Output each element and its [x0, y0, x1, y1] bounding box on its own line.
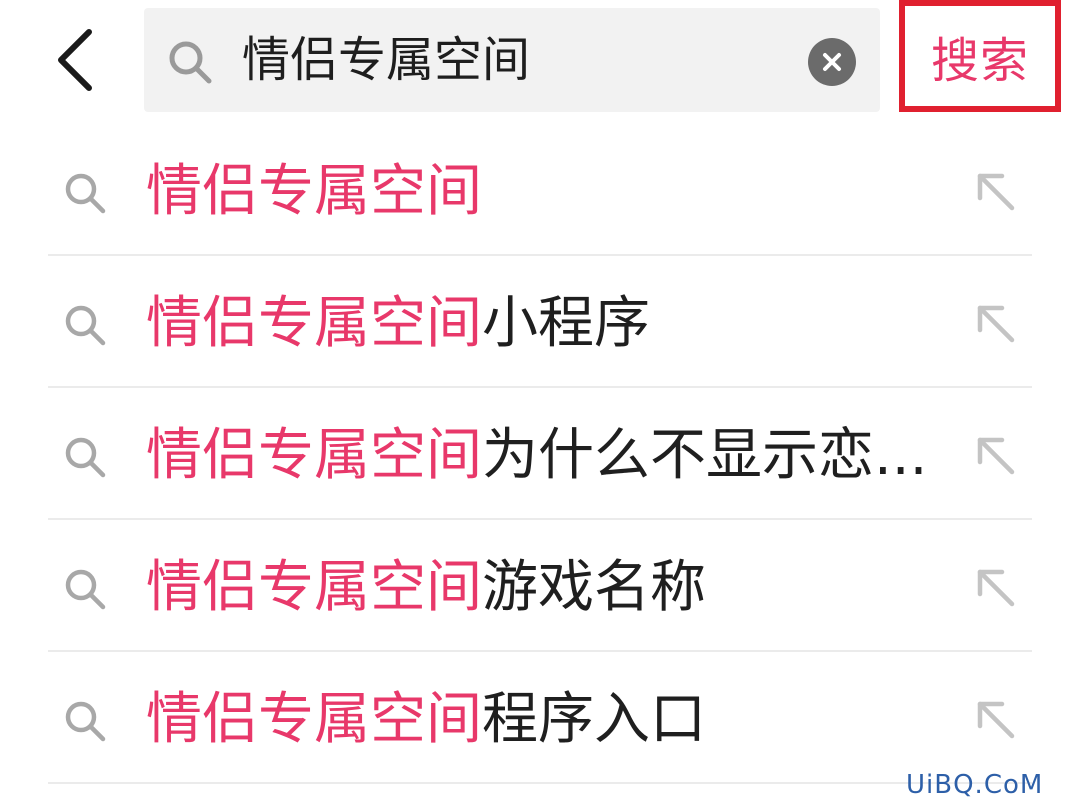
search-button[interactable]: 搜索 [899, 0, 1061, 112]
suggestion-text: 情侣专属空间程序入口 [146, 680, 946, 760]
suggestion-highlight: 情侣专属空间 [146, 687, 482, 752]
suggestion-text: 情侣专属空间小程序 [146, 284, 946, 364]
arrow-up-left-icon[interactable] [974, 170, 1018, 214]
close-icon [823, 53, 841, 71]
search-icon [65, 173, 106, 214]
suggestion-rest: 程序入口 [482, 687, 706, 752]
watermark: UiBQ.CoM [906, 770, 1044, 800]
suggestion-item[interactable]: 情侣专属空间程序入口 [48, 652, 1032, 784]
arrow-up-left-icon[interactable] [974, 698, 1018, 742]
suggestion-rest: 游戏名称 [482, 555, 706, 620]
suggestion-text: 情侣专属空间 [146, 152, 946, 232]
suggestion-item[interactable]: 情侣专属空间为什么不显示恋... [48, 388, 1032, 520]
suggestion-item[interactable]: 情侣专属空间小程序 [48, 256, 1032, 388]
search-icon [65, 437, 106, 478]
suggestion-text: 情侣专属空间游戏名称 [146, 548, 946, 628]
arrow-up-left-icon[interactable] [974, 302, 1018, 346]
clear-search-button[interactable] [808, 38, 856, 86]
arrow-up-left-icon[interactable] [974, 434, 1018, 478]
back-button[interactable] [40, 22, 110, 98]
suggestion-highlight: 情侣专属空间 [146, 555, 482, 620]
search-bar[interactable] [144, 8, 880, 112]
chevron-left-icon [58, 29, 92, 91]
search-icon [65, 701, 106, 742]
suggestion-highlight: 情侣专属空间 [146, 159, 482, 224]
suggestion-rest: 为什么不显示恋... [482, 423, 928, 488]
arrow-up-left-icon[interactable] [974, 566, 1018, 610]
suggestion-text: 情侣专属空间为什么不显示恋... [146, 416, 946, 496]
search-page: 搜索 情侣专属空间 情侣专属空间小程序 [0, 0, 1079, 809]
suggestion-list: 情侣专属空间 情侣专属空间小程序 情侣专属空间为什么不显示恋... 情侣专属空间… [48, 124, 1032, 784]
suggestion-highlight: 情侣专属空间 [146, 291, 482, 356]
search-icon [65, 305, 106, 346]
search-icon [65, 569, 106, 610]
search-icon [169, 41, 212, 84]
search-input[interactable] [242, 22, 782, 98]
suggestion-rest: 小程序 [482, 291, 650, 356]
suggestion-highlight: 情侣专属空间 [146, 423, 482, 488]
suggestion-item[interactable]: 情侣专属空间 [48, 124, 1032, 256]
suggestion-item[interactable]: 情侣专属空间游戏名称 [48, 520, 1032, 652]
